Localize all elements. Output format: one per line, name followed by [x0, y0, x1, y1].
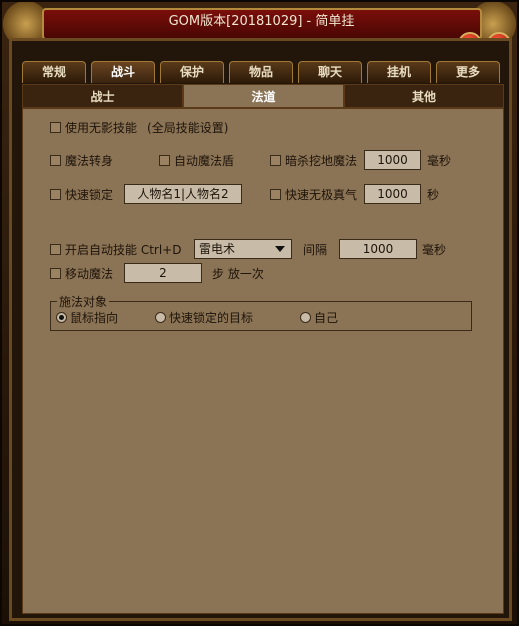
cast-target-mouse-radio[interactable] — [56, 311, 67, 323]
auto-skill-interval-input[interactable]: 1000 — [339, 239, 417, 259]
main-tabs: 常规 战斗 保护 物品 聊天 挂机 更多 — [22, 61, 502, 83]
dropdown-arrow-icon — [275, 246, 285, 252]
cast-target-self[interactable]: 自己 — [300, 308, 338, 326]
cast-target-locked-radio[interactable] — [155, 311, 166, 323]
tab-chat[interactable]: 聊天 — [298, 61, 362, 83]
window-title: GOM版本[20181029] - 简单挂 — [168, 14, 355, 29]
cast-target-locked[interactable]: 快速锁定的目标 — [155, 308, 253, 326]
option-move-magic[interactable]: 移动魔法 — [50, 264, 113, 282]
cast-target-mouse[interactable]: 鼠标指向 — [56, 308, 118, 326]
shadowless-checkbox[interactable] — [50, 121, 61, 133]
tab-general[interactable]: 常规 — [22, 61, 86, 83]
auto-shield-label: 自动魔法盾 — [174, 153, 235, 168]
move-magic-steps-input[interactable]: 2 — [124, 263, 202, 283]
cast-target-locked-label: 快速锁定的目标 — [169, 310, 254, 325]
shadowless-label: 使用无影技能 — [65, 120, 138, 135]
option-shadowless[interactable]: 使用无影技能 (全局技能设置) — [50, 118, 228, 136]
subtab-warrior[interactable]: 战士 — [22, 84, 183, 108]
assassin-dig-unit: 毫秒 — [427, 151, 451, 169]
auto-skill-label: 开启自动技能 Ctrl+D — [65, 242, 182, 257]
auto-skill-select[interactable]: 雷电术 — [194, 239, 292, 259]
move-magic-suffix-label: 步 放一次 — [212, 266, 264, 281]
window-frame: GOM版本[20181029] - 简单挂 ▾ ✕ 常规 战斗 保护 物品 聊天… — [0, 0, 519, 626]
tab-items[interactable]: 物品 — [229, 61, 293, 83]
quick-wuji-label: 快速无极真气 — [285, 187, 358, 202]
quick-wuji-unit: 秒 — [427, 185, 439, 203]
tab-protect[interactable]: 保护 — [160, 61, 224, 83]
move-magic-suffix: 步 放一次 — [212, 264, 264, 282]
option-quick-wuji[interactable]: 快速无极真气 — [270, 185, 357, 203]
interval-text: 间隔 — [303, 242, 328, 257]
assassin-dig-label: 暗杀挖地魔法 — [285, 153, 358, 168]
auto-shield-checkbox[interactable] — [159, 154, 170, 166]
settings-panel: 使用无影技能 (全局技能设置) 魔法转身 自动魔法盾 暗杀挖地魔法 1000 毫… — [22, 108, 504, 614]
assassin-dig-interval-input[interactable]: 1000 — [364, 150, 421, 170]
cast-target-self-label: 自己 — [314, 310, 339, 325]
quick-lock-checkbox[interactable] — [50, 188, 61, 200]
assassin-dig-unit-label: 毫秒 — [427, 153, 452, 168]
auto-skill-selected: 雷电术 — [199, 242, 236, 256]
auto-skill-interval-label: 间隔 — [303, 240, 327, 258]
sub-tabs: 战士 法道 其他 — [22, 84, 504, 108]
option-auto-shield[interactable]: 自动魔法盾 — [159, 151, 234, 169]
assassin-dig-checkbox[interactable] — [270, 154, 281, 166]
subtab-other[interactable]: 其他 — [344, 84, 504, 108]
option-magic-turn[interactable]: 魔法转身 — [50, 151, 113, 169]
quick-lock-names-input[interactable]: 人物名1|人物名2 — [124, 184, 242, 204]
magic-turn-checkbox[interactable] — [50, 154, 61, 166]
tab-combat[interactable]: 战斗 — [91, 61, 155, 83]
quick-wuji-interval-input[interactable]: 1000 — [364, 184, 421, 204]
move-magic-checkbox[interactable] — [50, 267, 61, 279]
subtab-mage-taoist[interactable]: 法道 — [183, 84, 344, 108]
move-magic-label: 移动魔法 — [65, 266, 114, 281]
cast-target-mouse-label: 鼠标指向 — [70, 310, 119, 325]
auto-skill-unit-label: 毫秒 — [422, 242, 447, 257]
tab-auto[interactable]: 挂机 — [367, 61, 431, 83]
option-auto-skill[interactable]: 开启自动技能 Ctrl+D — [50, 240, 181, 258]
cast-target-group: 施法对象 鼠标指向 快速锁定的目标 自己 — [50, 293, 472, 331]
quick-wuji-unit-label: 秒 — [427, 187, 440, 202]
tab-more[interactable]: 更多 — [436, 61, 500, 83]
auto-skill-unit: 毫秒 — [422, 240, 446, 258]
option-quick-lock[interactable]: 快速锁定 — [50, 185, 113, 203]
shadowless-note: (全局技能设置) — [147, 120, 229, 135]
auto-skill-checkbox[interactable] — [50, 243, 61, 255]
option-assassin-dig[interactable]: 暗杀挖地魔法 — [270, 151, 357, 169]
quick-lock-label: 快速锁定 — [65, 187, 114, 202]
quick-wuji-checkbox[interactable] — [270, 188, 281, 200]
magic-turn-label: 魔法转身 — [65, 153, 114, 168]
cast-target-self-radio[interactable] — [300, 311, 311, 323]
